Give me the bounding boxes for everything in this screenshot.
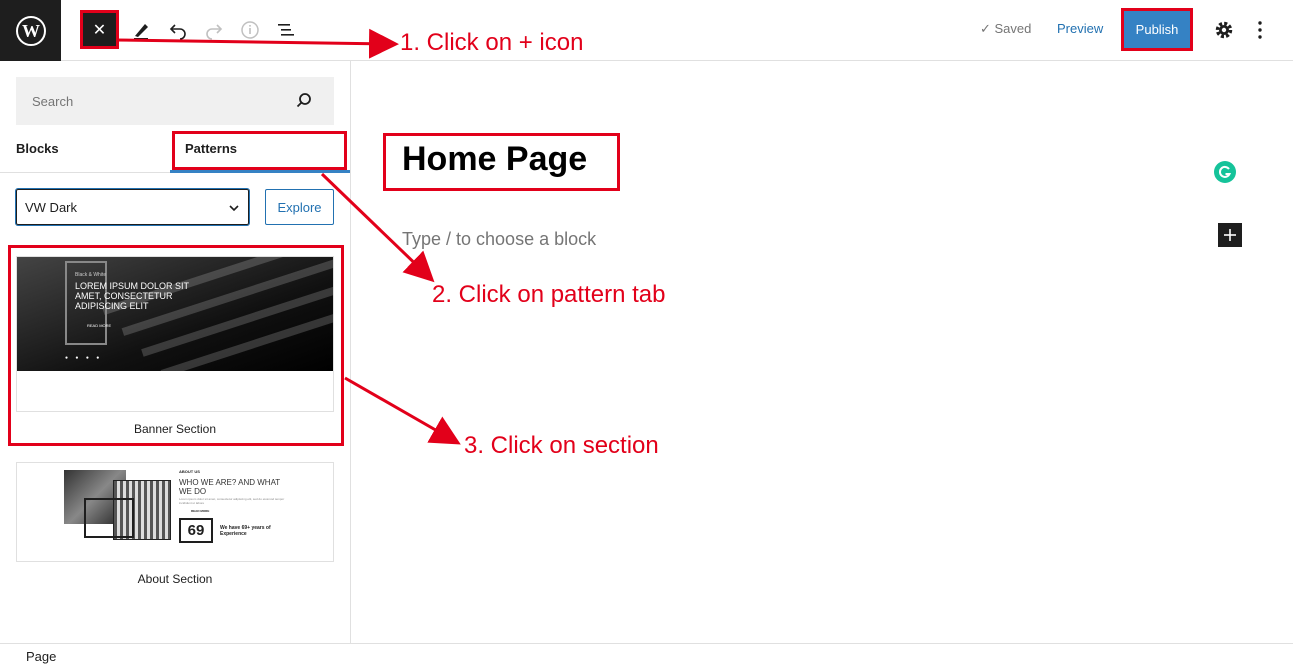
search-placeholder: Search [32, 94, 74, 109]
gear-icon [1215, 21, 1233, 39]
search-icon [296, 93, 311, 108]
info-icon [241, 21, 259, 39]
check-icon: ✓ [980, 21, 995, 36]
pattern-about-section[interactable]: ABOUT US WHO WE ARE? AND WHAT WE DO Lore… [16, 462, 334, 562]
annotation-step3: 3. Click on section [464, 432, 659, 459]
publish-button[interactable]: Publish [1121, 8, 1193, 51]
breadcrumb-page[interactable]: Page [26, 649, 56, 664]
list-view-button[interactable] [269, 14, 303, 46]
grammarly-icon[interactable] [1214, 161, 1236, 183]
about-read-more: READ MORE [191, 509, 210, 513]
svg-text:W: W [22, 21, 40, 41]
redo-icon [206, 24, 223, 40]
about-body: Lorem ipsum dolor sit amet, consectetur … [179, 497, 285, 505]
settings-button[interactable] [1212, 18, 1236, 42]
about-experience: We have 69+ years of Experience [220, 525, 271, 537]
details-button[interactable] [233, 14, 267, 46]
grammarly-g-icon [1218, 165, 1232, 178]
banner-section-highlight [8, 245, 344, 446]
pattern-label: About Section [137, 572, 213, 586]
about-kicker: ABOUT US [179, 469, 200, 474]
close-inserter-button[interactable]: ✕ [80, 10, 119, 49]
add-block-button[interactable] [1218, 223, 1242, 247]
editor-header: W ✕ ✓ Saved Preview Publish [0, 0, 1293, 61]
preview-button[interactable]: Preview [1057, 21, 1103, 36]
block-breadcrumb-bar: Page [0, 643, 1293, 668]
active-tab-indicator [170, 170, 350, 173]
pencil-icon [134, 24, 148, 40]
editor-canvas: Home Page Type / to choose a block [351, 61, 1293, 643]
pattern-category-select[interactable]: VW Dark [15, 188, 250, 226]
pattern-category-value: VW Dark [25, 200, 77, 215]
tab-blocks[interactable]: Blocks [16, 141, 59, 156]
search-input[interactable]: Search [16, 77, 334, 125]
explore-button[interactable]: Explore [265, 189, 334, 225]
block-placeholder[interactable]: Type / to choose a block [402, 229, 596, 250]
saved-label: Saved [994, 21, 1032, 36]
tools-button[interactable] [124, 14, 158, 46]
options-button[interactable] [1250, 18, 1270, 42]
page-title[interactable]: Home Page [402, 140, 587, 179]
about-number: 69 [179, 518, 213, 543]
wordpress-logo-icon[interactable]: W [0, 0, 61, 61]
about-heading: WHO WE ARE? AND WHAT WE DO [179, 478, 281, 496]
plus-icon [1224, 229, 1236, 241]
about-preview-image: ABOUT US WHO WE ARE? AND WHAT WE DO Lore… [17, 463, 333, 561]
patterns-tab-highlight [172, 131, 347, 170]
saved-status: ✓ Saved [980, 21, 1031, 37]
annotation-step1: 1. Click on + icon [400, 29, 584, 56]
redo-button[interactable] [197, 14, 231, 46]
undo-icon [169, 24, 186, 40]
list-view-icon [278, 24, 294, 36]
undo-button[interactable] [161, 14, 195, 46]
chevron-down-icon [229, 205, 239, 212]
annotation-step2: 2. Click on pattern tab [432, 281, 666, 308]
close-icon: ✕ [92, 21, 107, 39]
more-vertical-icon [1258, 21, 1262, 39]
wordpress-icon: W [15, 15, 46, 46]
